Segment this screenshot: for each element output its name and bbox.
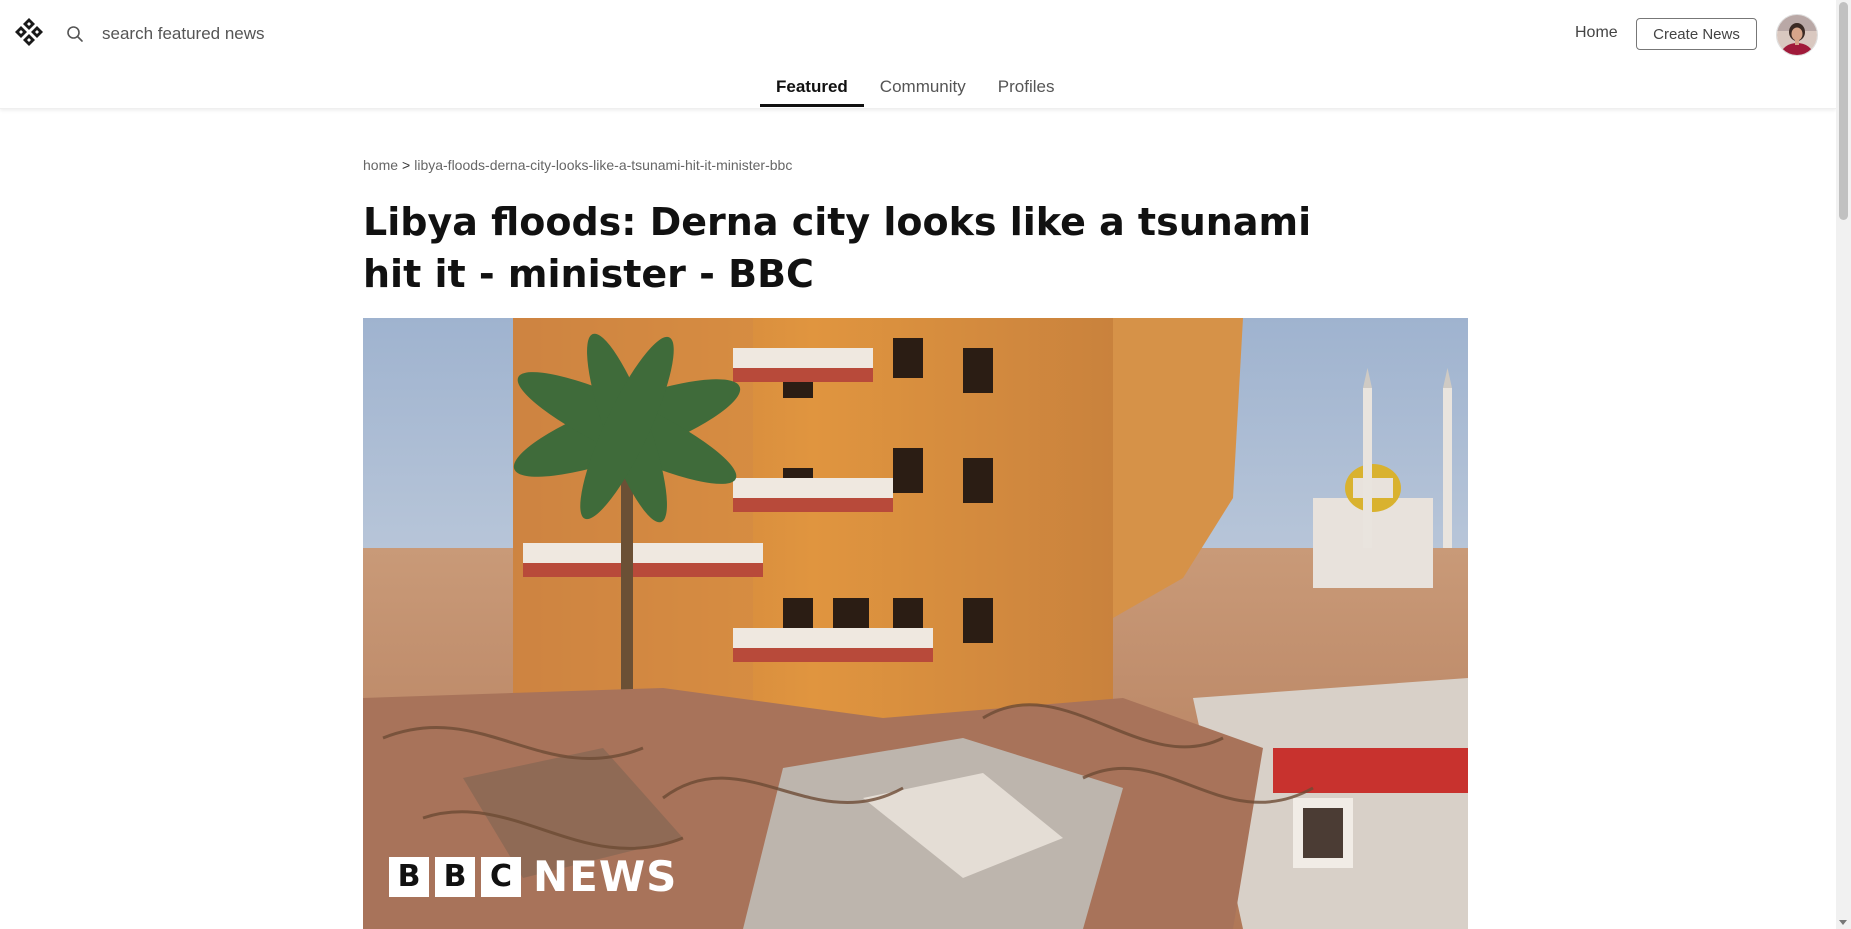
article-title: Libya floods: Derna city looks like a ts… [363,200,1312,296]
breadcrumb-current: libya-floods-derna-city-looks-like-a-tsu… [414,157,793,173]
logo-icon[interactable] [14,17,44,47]
breadcrumb: home > libya-floods-derna-city-looks-like-… [363,157,792,173]
breadcrumb-separator: > [402,157,411,173]
section-tabs: Featured Community Profiles [760,72,1070,108]
top-header: Home Create News Featured Community Prof… [0,0,1836,109]
search-input[interactable] [102,18,522,50]
scrollbar-thumb[interactable] [1839,2,1848,220]
bbc-letter-b1: B [389,856,429,897]
avatar[interactable] [1776,14,1818,56]
tab-community[interactable]: Community [864,72,982,107]
bbc-letter-b2: B [435,856,475,897]
bbc-news-word: NEWS [533,852,678,901]
breadcrumb-home-link[interactable]: home [363,157,398,173]
bbc-news-watermark: B B C NEWS [389,852,677,901]
page-scrollbar[interactable] [1836,0,1851,929]
bbc-letter-c: C [481,856,521,897]
create-news-button[interactable]: Create News [1636,18,1757,50]
tab-profiles[interactable]: Profiles [982,72,1071,107]
nav-home-link[interactable]: Home [1575,24,1618,42]
scroll-down-arrow-icon[interactable] [1839,920,1847,925]
search-icon[interactable] [66,25,84,43]
page: Home Create News Featured Community Prof… [0,0,1851,929]
tab-featured[interactable]: Featured [760,72,864,107]
article-hero-image: B B C NEWS [363,318,1468,929]
